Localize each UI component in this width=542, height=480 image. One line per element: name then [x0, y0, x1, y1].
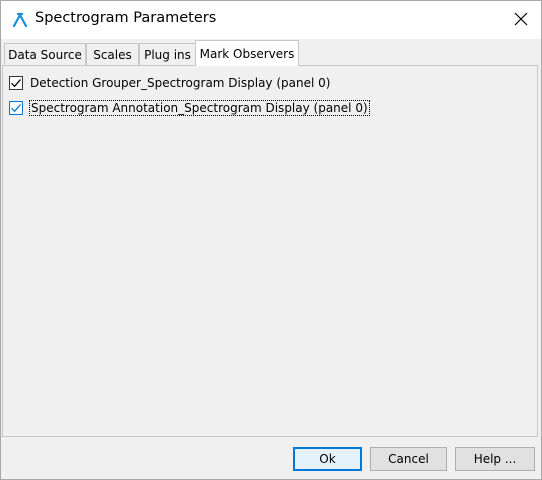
tab-plug-ins[interactable]: Plug ins	[139, 43, 196, 65]
mark-observers-panel: Detection Grouper_Spectrogram Display (p…	[2, 65, 538, 437]
tab-label: Scales	[93, 47, 132, 62]
tab-scales[interactable]: Scales	[86, 43, 139, 65]
checkmark-icon	[11, 104, 21, 113]
tab-label: Data Source	[8, 47, 82, 62]
tab-data-source[interactable]: Data Source	[4, 43, 86, 65]
observer-row-detection-grouper[interactable]: Detection Grouper_Spectrogram Display (p…	[9, 73, 330, 93]
checkmark-icon	[11, 79, 21, 88]
tab-label: Plug ins	[144, 47, 191, 62]
observer-row-spectrogram-annotation[interactable]: Spectrogram Annotation_Spectrogram Displ…	[9, 98, 370, 118]
cancel-button[interactable]: Cancel	[370, 447, 447, 471]
title-bar[interactable]: Spectrogram Parameters	[1, 1, 541, 39]
close-button[interactable]	[501, 1, 541, 39]
close-icon	[514, 12, 528, 29]
dialog-window: Spectrogram Parameters Data Source Scale…	[0, 0, 542, 480]
tab-label: Mark Observers	[199, 46, 295, 61]
ok-button[interactable]: Ok	[293, 447, 362, 471]
observer-label: Spectrogram Annotation_Spectrogram Displ…	[29, 100, 370, 116]
help-button[interactable]: Help ...	[455, 447, 535, 471]
observer-checkbox[interactable]	[9, 101, 23, 115]
tab-strip: Data Source Scales Plug ins Mark Observe…	[1, 39, 541, 66]
observer-label: Detection Grouper_Spectrogram Display (p…	[30, 76, 331, 90]
spectrogram-app-icon	[11, 11, 29, 29]
tab-mark-observers[interactable]: Mark Observers	[195, 40, 299, 66]
observer-checkbox[interactable]	[9, 76, 23, 90]
window-title: Spectrogram Parameters	[35, 10, 217, 26]
